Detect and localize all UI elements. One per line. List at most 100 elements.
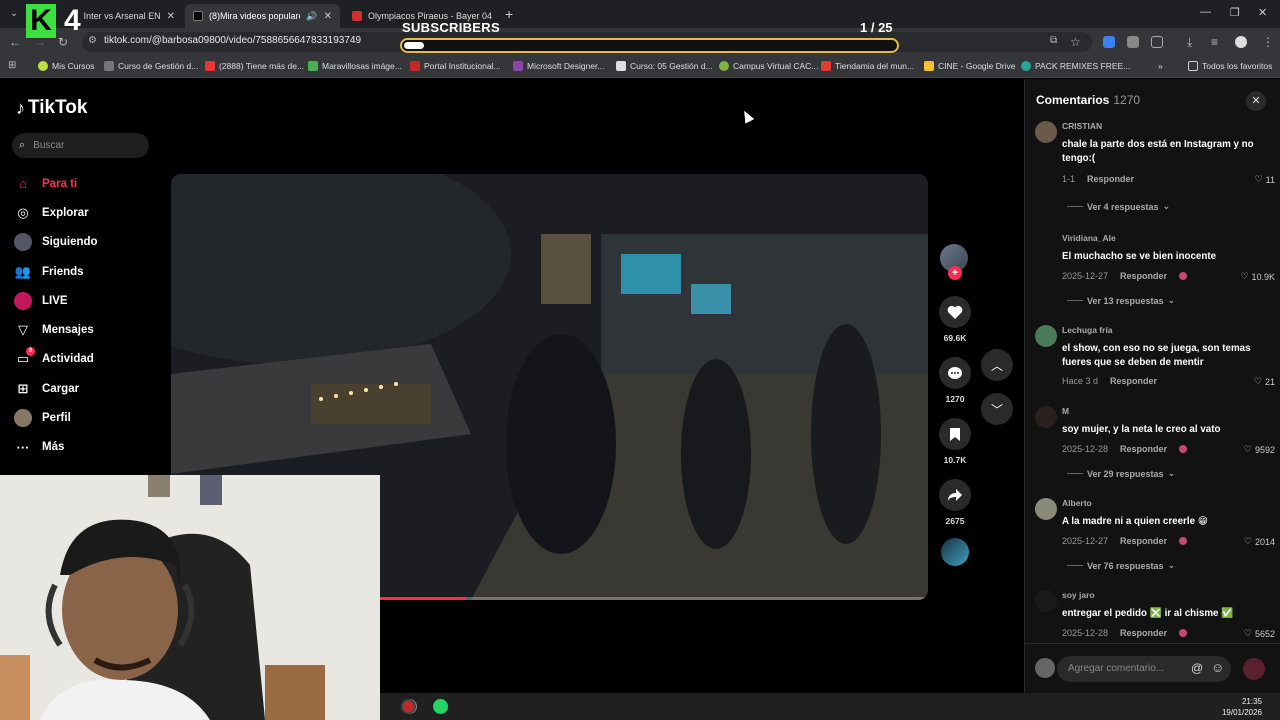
profile-avatar-icon[interactable]	[1235, 36, 1247, 48]
comment-avatar[interactable]	[1035, 233, 1057, 255]
save-action[interactable]: 10.7K	[938, 418, 972, 465]
share-arrow-icon[interactable]	[939, 479, 971, 511]
bookmark-item[interactable]: CINE - Google Drive	[924, 61, 1015, 71]
like-action[interactable]: 69.6K	[938, 296, 972, 343]
view-replies-button[interactable]: Ver 13 respuestas ⌄	[1067, 295, 1175, 306]
bookmark-item[interactable]: Maravillosas imáge...	[308, 61, 402, 71]
emoji-icon[interactable]: ☺	[1211, 660, 1224, 675]
post-comment-button[interactable]	[1243, 658, 1265, 680]
bookmark-item[interactable]: Microsoft Designer...	[513, 61, 604, 71]
apps-grid-icon[interactable]: ⊞	[8, 60, 16, 71]
restore-button[interactable]: ❐	[1230, 6, 1240, 19]
reply-button[interactable]: Responder	[1120, 271, 1167, 281]
heart-icon[interactable]	[939, 296, 971, 328]
creator-liked-icon	[1179, 629, 1188, 637]
creator-liked-icon	[1179, 537, 1188, 545]
comment-like-button[interactable]: ♡ 10.9K	[1240, 271, 1275, 282]
comment-avatar[interactable]	[1035, 498, 1057, 520]
heart-outline-icon: ♡	[1243, 628, 1252, 638]
creator-avatar[interactable]: +	[940, 244, 970, 280]
comment-username[interactable]: soy jaro	[1062, 590, 1095, 600]
subscribers-goal-label: SUBSCRIBERS	[402, 20, 500, 35]
comment-avatar[interactable]	[1035, 325, 1057, 347]
browser-menu-icon[interactable]: ⋮	[1262, 35, 1274, 49]
nav-item-siguiendo[interactable]: Siguiendo	[14, 228, 98, 257]
bookmark-item[interactable]: (2888) Tiene más de...	[205, 61, 304, 71]
install-app-icon[interactable]: ⧉	[1050, 35, 1057, 46]
extension-icon[interactable]	[1127, 36, 1139, 48]
nav-item-explorar[interactable]: ◎ Explorar	[14, 198, 98, 227]
tab-close-icon[interactable]: ✕	[324, 11, 332, 22]
bookmark-item[interactable]: Tiendamia del mun...	[821, 61, 914, 71]
downloads-icon[interactable]: ⤓	[1187, 35, 1192, 50]
nav-item-mas[interactable]: ··· Más	[14, 433, 98, 462]
comment-like-button[interactable]: ♡ 5652	[1244, 628, 1275, 639]
view-replies-button[interactable]: Ver 4 respuestas ⌄	[1067, 201, 1170, 212]
comment-username[interactable]: Viridiana_Ale	[1062, 233, 1116, 243]
extension-icon[interactable]	[1103, 36, 1115, 48]
bookmark-item[interactable]: Portal Institucional...	[410, 61, 501, 71]
taskbar-app-icon[interactable]	[401, 699, 416, 714]
nav-item-friends[interactable]: 👥 Friends	[14, 257, 98, 286]
reply-button[interactable]: Responder	[1120, 628, 1167, 638]
bookmarks-overflow-icon[interactable]: »	[1158, 61, 1163, 71]
comment-like-button[interactable]: ♡ 9592	[1244, 444, 1275, 455]
whatsapp-icon[interactable]	[433, 699, 448, 714]
comment-username[interactable]: CRISTIAN	[1062, 121, 1102, 131]
nav-item-live[interactable]: LIVE	[14, 286, 98, 315]
all-bookmarks-button[interactable]: Todos los favoritos	[1188, 61, 1272, 71]
comment-like-button[interactable]: ♡ 21	[1254, 376, 1275, 387]
nav-item-actividad[interactable]: ▭ 8 Actividad	[14, 345, 98, 374]
bookmark-item[interactable]: PACK REMIXES FREE...	[1021, 61, 1130, 71]
comment-meta: Hace 3 d Responder	[1062, 376, 1158, 386]
tab-tiktok[interactable]: (8)Mira videos populares sobre 🔊 ✕	[185, 4, 340, 28]
reply-button[interactable]: Responder	[1087, 174, 1134, 184]
comment-like-button[interactable]: ♡ 2014	[1244, 536, 1275, 547]
bookmark-star-icon[interactable]: ☆	[1070, 35, 1081, 49]
close-comments-button[interactable]: ✕	[1246, 91, 1266, 111]
music-disc-icon[interactable]	[941, 538, 969, 566]
taskbar-clock[interactable]: 21:35 19/01/2026	[1222, 696, 1262, 718]
comment-input[interactable]: Agregar comentario...	[1057, 656, 1231, 682]
reply-button[interactable]: Responder	[1120, 444, 1167, 454]
tiktok-logo[interactable]: ♪ TikTok	[16, 97, 87, 119]
minimize-button[interactable]: —	[1200, 6, 1211, 18]
site-info-icon[interactable]: ⚙	[88, 35, 97, 46]
comment-like-button[interactable]: ♡ 11	[1255, 174, 1275, 185]
next-video-button[interactable]: ﹀	[981, 393, 1013, 425]
nav-item-perfil[interactable]: Perfil	[14, 403, 98, 432]
comment-avatar[interactable]	[1035, 590, 1057, 612]
nav-item-cargar[interactable]: ⊞ Cargar	[14, 374, 98, 403]
previous-video-button[interactable]: ︿	[981, 349, 1013, 381]
media-control-icon[interactable]: ≡	[1211, 35, 1218, 49]
search-input[interactable]: ⌕ Buscar	[12, 133, 149, 158]
nav-item-mensajes[interactable]: ▽ Mensajes	[14, 315, 98, 344]
bookmark-item[interactable]: Campus Virtual CAC...	[719, 61, 818, 71]
tab-close-icon[interactable]: ✕	[167, 11, 175, 22]
nav-item-para-ti[interactable]: ⌂ Para ti	[14, 169, 98, 198]
comment-action[interactable]: 1270	[938, 357, 972, 404]
share-action[interactable]: 2675	[938, 479, 972, 526]
bookmark-item[interactable]: Curso: 05 Gestión d...	[616, 61, 713, 71]
bookmark-item[interactable]: Curso de Gestión d...	[104, 61, 198, 71]
comment-avatar[interactable]	[1035, 121, 1057, 143]
tab-search-dropdown[interactable]: ⌄	[6, 6, 22, 22]
bookmark-icon[interactable]	[939, 418, 971, 450]
mention-icon[interactable]: @	[1191, 661, 1203, 675]
comment-username[interactable]: Alberto	[1062, 498, 1092, 508]
reply-button[interactable]: Responder	[1110, 376, 1157, 386]
comment-username[interactable]: M	[1062, 406, 1069, 416]
view-replies-button[interactable]: Ver 29 respuestas ⌄	[1067, 468, 1175, 479]
close-window-button[interactable]: ✕	[1258, 6, 1267, 19]
extensions-puzzle-icon[interactable]	[1151, 36, 1163, 48]
back-button[interactable]: ←	[9, 35, 21, 49]
follow-plus-icon[interactable]: +	[948, 266, 962, 280]
bookmark-item[interactable]: Mis Cursos	[38, 61, 95, 71]
comment-avatar[interactable]	[1035, 406, 1057, 428]
audio-icon[interactable]: 🔊	[306, 11, 317, 22]
new-tab-button[interactable]: +	[505, 6, 513, 22]
comment-username[interactable]: Lechuga fría	[1062, 325, 1113, 335]
comment-bubble-icon[interactable]	[939, 357, 971, 389]
reply-button[interactable]: Responder	[1120, 536, 1167, 546]
view-replies-button[interactable]: Ver 76 respuestas ⌄	[1067, 560, 1175, 571]
